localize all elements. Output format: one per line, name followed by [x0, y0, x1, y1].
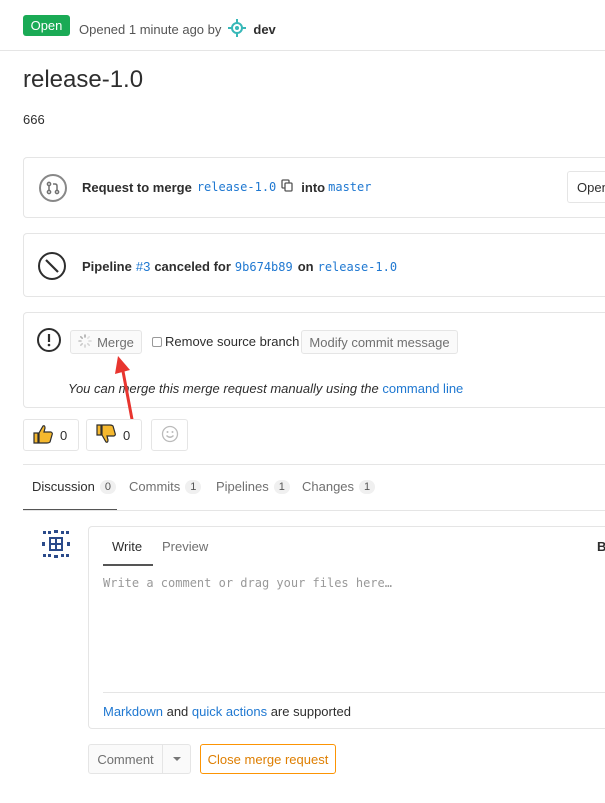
warning-icon	[37, 328, 61, 352]
author-link[interactable]: dev	[253, 22, 275, 37]
merge-widget-box: Merge Remove source branch Modify commit…	[23, 312, 605, 408]
thumbs-up-icon	[32, 424, 54, 447]
pipeline-canceled-icon[interactable]	[38, 252, 66, 280]
thumbs-up-count: 0	[60, 427, 68, 443]
preview-tab[interactable]: Preview	[162, 539, 208, 554]
chevron-down-icon	[172, 757, 181, 761]
opened-text: Opened 1 minute ago by	[79, 22, 222, 37]
comment-form: Write Preview B Write a comment or drag …	[88, 526, 605, 729]
mr-description: 666	[23, 112, 45, 127]
tab-commits[interactable]: Commits 1	[129, 479, 202, 494]
command-line-link[interactable]: command line	[382, 381, 463, 396]
tab-discussion[interactable]: Discussion 0	[32, 479, 116, 494]
tab-pipelines[interactable]: Pipelines 1	[216, 479, 290, 494]
status-badge: Open	[23, 15, 70, 36]
on-label: on	[297, 259, 314, 274]
tab-pipelines-count: 1	[273, 479, 290, 494]
pipeline-status-text: canceled for	[154, 259, 231, 274]
avatar[interactable]	[40, 528, 72, 563]
tab-changes[interactable]: Changes 1	[302, 479, 376, 494]
pipeline-box: Pipeline #3 canceled for 9b674b89 on rel…	[23, 233, 605, 297]
source-branch-link[interactable]: release-1.0	[197, 180, 276, 194]
tabs-top-divider	[23, 464, 605, 465]
merge-request-info-box: Request to merge release-1.0 into master…	[23, 157, 605, 218]
identicon-icon	[42, 530, 70, 558]
tab-changes-label: Changes	[302, 479, 355, 494]
smiley-icon	[161, 425, 179, 446]
thumbs-down-icon	[95, 423, 117, 447]
tab-discussion-count: 0	[99, 479, 116, 494]
copy-icon[interactable]	[281, 179, 293, 195]
comment-button[interactable]: Comment	[88, 744, 163, 774]
modify-commit-message-button[interactable]: Modify commit message	[301, 330, 458, 354]
write-tab[interactable]: Write	[112, 539, 142, 554]
opened-by-line: Opened 1 minute ago by dev	[79, 18, 276, 41]
close-merge-request-button[interactable]: Close merge request	[200, 744, 336, 774]
merge-button-label: Merge	[97, 334, 134, 350]
write-tab-indicator	[103, 564, 153, 566]
target-branch-link[interactable]: master	[328, 180, 371, 194]
open-in-button[interactable]: Open	[567, 171, 605, 203]
tab-commits-label: Commits	[129, 479, 181, 494]
tab-discussion-label: Discussion	[32, 479, 95, 494]
remove-source-label[interactable]: Remove source branch	[165, 334, 299, 349]
page-title: release-1.0	[23, 66, 144, 93]
thumbs-down-button[interactable]: 0	[86, 419, 142, 451]
commit-link[interactable]: 9b674b89	[235, 260, 293, 274]
comment-type-dropdown[interactable]	[163, 744, 191, 774]
markdown-link[interactable]: Markdown	[103, 704, 163, 719]
spinner-icon	[78, 333, 92, 351]
tabs-bottom-divider	[23, 510, 605, 511]
quick-actions-link[interactable]: quick actions	[192, 704, 267, 719]
request-to-merge-label: Request to merge	[82, 179, 192, 195]
header-divider	[0, 50, 605, 51]
pipeline-label: Pipeline	[82, 259, 132, 274]
pipeline-branch-link[interactable]: release-1.0	[318, 260, 397, 274]
tab-commits-count: 1	[185, 479, 202, 494]
remove-source-checkbox[interactable]	[152, 337, 162, 347]
textarea-divider	[103, 692, 605, 693]
add-reaction-button[interactable]	[151, 419, 188, 451]
comment-placeholder: Write a comment or drag your files here…	[103, 576, 392, 590]
tab-pipelines-label: Pipelines	[216, 479, 269, 494]
supported-text: are supported	[270, 704, 351, 719]
pipeline-id-link[interactable]: #3	[136, 259, 150, 274]
author-avatar-icon[interactable]	[227, 18, 247, 41]
bold-button[interactable]: B	[597, 539, 605, 554]
merge-request-icon	[39, 174, 67, 202]
thumbs-up-button[interactable]: 0	[23, 419, 79, 451]
and-text: and	[166, 704, 189, 719]
thumbs-down-count: 0	[123, 427, 131, 443]
comment-textarea[interactable]: Write a comment or drag your files here…	[103, 576, 603, 691]
tab-changes-count: 1	[359, 479, 376, 494]
into-label: into	[301, 179, 326, 195]
markdown-hint: Markdown and quick actions are supported	[103, 704, 351, 719]
